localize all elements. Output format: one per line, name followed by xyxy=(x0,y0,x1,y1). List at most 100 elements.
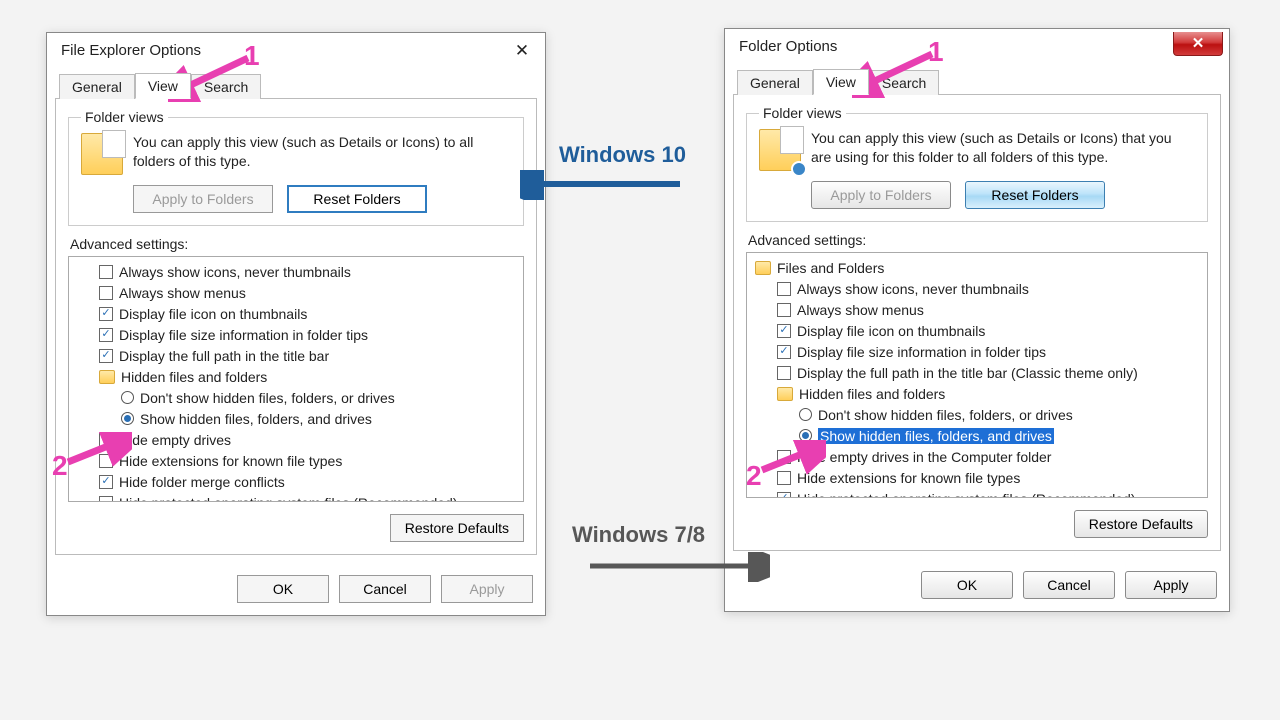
folder-views-text: You can apply this view (such as Details… xyxy=(811,129,1195,167)
tree-row[interactable]: Display the full path in the title bar xyxy=(71,345,521,366)
apply-button[interactable]: Apply xyxy=(1125,571,1217,599)
tab-strip: General View Search xyxy=(733,69,1221,95)
tree-row-label: Show hidden files, folders, and drives xyxy=(818,428,1054,444)
annotation-label-windows78: Windows 7/8 xyxy=(572,522,705,548)
titlebar: Folder Options ✕ xyxy=(725,29,1229,63)
tab-search[interactable]: Search xyxy=(869,70,939,95)
tree-row[interactable]: Show hidden files, folders, and drives xyxy=(71,408,521,429)
tree-row-label: Hidden files and folders xyxy=(799,386,945,402)
tree-row-label: Show hidden files, folders, and drives xyxy=(140,411,372,427)
checkbox[interactable] xyxy=(99,349,113,363)
reset-folders-button[interactable]: Reset Folders xyxy=(965,181,1105,209)
restore-defaults-button[interactable]: Restore Defaults xyxy=(1074,510,1208,538)
checkbox[interactable] xyxy=(99,475,113,489)
checkbox[interactable] xyxy=(777,471,791,485)
advanced-settings-tree[interactable]: Files and Folders Always show icons, neve… xyxy=(746,252,1208,498)
tree-row[interactable]: Hide folder merge conflicts xyxy=(71,471,521,492)
close-button[interactable]: ✕ xyxy=(1173,32,1223,56)
radio[interactable] xyxy=(121,391,134,404)
checkbox[interactable] xyxy=(777,345,791,359)
tree-row[interactable]: Hide extensions for known file types xyxy=(749,467,1205,488)
tree-row-label: Don't show hidden files, folders, or dri… xyxy=(140,390,395,406)
tree-row-label: Display file size information in folder … xyxy=(797,344,1046,360)
radio[interactable] xyxy=(799,408,812,421)
cancel-button[interactable]: Cancel xyxy=(339,575,431,603)
apply-button[interactable]: Apply xyxy=(441,575,533,603)
folder-icon xyxy=(755,261,771,275)
tab-view[interactable]: View xyxy=(813,69,869,95)
folder-views-group: Folder views You can apply this view (su… xyxy=(746,105,1208,222)
checkbox[interactable] xyxy=(99,307,113,321)
folder-views-legend: Folder views xyxy=(81,109,168,125)
tree-row[interactable]: Hidden files and folders xyxy=(749,383,1205,404)
tab-search[interactable]: Search xyxy=(191,74,261,99)
checkbox[interactable] xyxy=(777,324,791,338)
radio[interactable] xyxy=(121,412,134,425)
advanced-settings-tree[interactable]: Always show icons, never thumbnails Alway… xyxy=(68,256,524,502)
tab-general[interactable]: General xyxy=(59,74,135,99)
tree-row[interactable]: Always show menus xyxy=(749,299,1205,320)
tree-row[interactable]: Display file size information in folder … xyxy=(749,341,1205,362)
checkbox[interactable] xyxy=(99,433,113,447)
checkbox[interactable] xyxy=(99,496,113,503)
dialog-title: File Explorer Options xyxy=(61,42,201,59)
checkbox[interactable] xyxy=(99,328,113,342)
folder-icon xyxy=(777,387,793,401)
checkbox[interactable] xyxy=(777,450,791,464)
advanced-settings-label: Advanced settings: xyxy=(70,236,524,252)
reset-folders-button[interactable]: Reset Folders xyxy=(287,185,427,213)
checkbox[interactable] xyxy=(777,303,791,317)
tree-row-label: Hide extensions for known file types xyxy=(119,453,342,469)
apply-to-folders-button[interactable]: Apply to Folders xyxy=(811,181,951,209)
tab-strip: General View Search xyxy=(55,73,537,99)
tree-row[interactable]: Hidden files and folders xyxy=(71,366,521,387)
folder-views-group: Folder views You can apply this view (su… xyxy=(68,109,524,226)
advanced-settings-label: Advanced settings: xyxy=(748,232,1208,248)
tree-row[interactable]: Hide extensions for known file types xyxy=(71,450,521,471)
checkbox[interactable] xyxy=(99,454,113,468)
tab-view[interactable]: View xyxy=(135,73,191,99)
checkbox[interactable] xyxy=(777,366,791,380)
tree-row[interactable]: Show hidden files, folders, and drives xyxy=(749,425,1205,446)
tree-row[interactable]: Files and Folders xyxy=(749,257,1205,278)
tree-row-label: Always show menus xyxy=(797,302,924,318)
cancel-button[interactable]: Cancel xyxy=(1023,571,1115,599)
tree-row-label: Hidden files and folders xyxy=(121,369,267,385)
apply-to-folders-button[interactable]: Apply to Folders xyxy=(133,185,273,213)
tree-row[interactable]: Display file icon on thumbnails xyxy=(71,303,521,324)
file-explorer-options-dialog: File Explorer Options ✕ General View Sea… xyxy=(46,32,546,616)
tree-row[interactable]: Hide empty drives in the Computer folder xyxy=(749,446,1205,467)
tree-row[interactable]: Always show icons, never thumbnails xyxy=(749,278,1205,299)
checkbox[interactable] xyxy=(99,286,113,300)
dialog-title: Folder Options xyxy=(739,38,837,55)
tree-row-label: Always show icons, never thumbnails xyxy=(797,281,1029,297)
tree-row[interactable]: Hide protected operating system files (R… xyxy=(749,488,1205,498)
ok-button[interactable]: OK xyxy=(237,575,329,603)
tree-row-label: Hide extensions for known file types xyxy=(797,470,1020,486)
tree-row-label: Display the full path in the title bar (… xyxy=(797,365,1138,381)
tree-row[interactable]: Don't show hidden files, folders, or dri… xyxy=(71,387,521,408)
close-button[interactable]: ✕ xyxy=(505,38,539,62)
checkbox[interactable] xyxy=(777,282,791,296)
annotation-label-windows10: Windows 10 xyxy=(559,142,686,168)
radio[interactable] xyxy=(799,429,812,442)
checkbox[interactable] xyxy=(99,265,113,279)
tree-row-label: Hide folder merge conflicts xyxy=(119,474,285,490)
tree-row[interactable]: Display file size information in folder … xyxy=(71,324,521,345)
tree-row-label: Always show menus xyxy=(119,285,246,301)
tree-row-label: Display the full path in the title bar xyxy=(119,348,329,364)
tree-row-label: Display file icon on thumbnails xyxy=(797,323,985,339)
tree-row[interactable]: Don't show hidden files, folders, or dri… xyxy=(749,404,1205,425)
tab-general[interactable]: General xyxy=(737,70,813,95)
tree-row-label: Don't show hidden files, folders, or dri… xyxy=(818,407,1073,423)
tree-row[interactable]: Always show menus xyxy=(71,282,521,303)
ok-button[interactable]: OK xyxy=(921,571,1013,599)
tree-row[interactable]: Hide protected operating system files (R… xyxy=(71,492,521,502)
tree-row-label: Files and Folders xyxy=(777,260,884,276)
tree-row[interactable]: Display file icon on thumbnails xyxy=(749,320,1205,341)
tree-row[interactable]: Always show icons, never thumbnails xyxy=(71,261,521,282)
checkbox[interactable] xyxy=(777,492,791,499)
tree-row[interactable]: Display the full path in the title bar (… xyxy=(749,362,1205,383)
tree-row[interactable]: Hide empty drives xyxy=(71,429,521,450)
restore-defaults-button[interactable]: Restore Defaults xyxy=(390,514,524,542)
